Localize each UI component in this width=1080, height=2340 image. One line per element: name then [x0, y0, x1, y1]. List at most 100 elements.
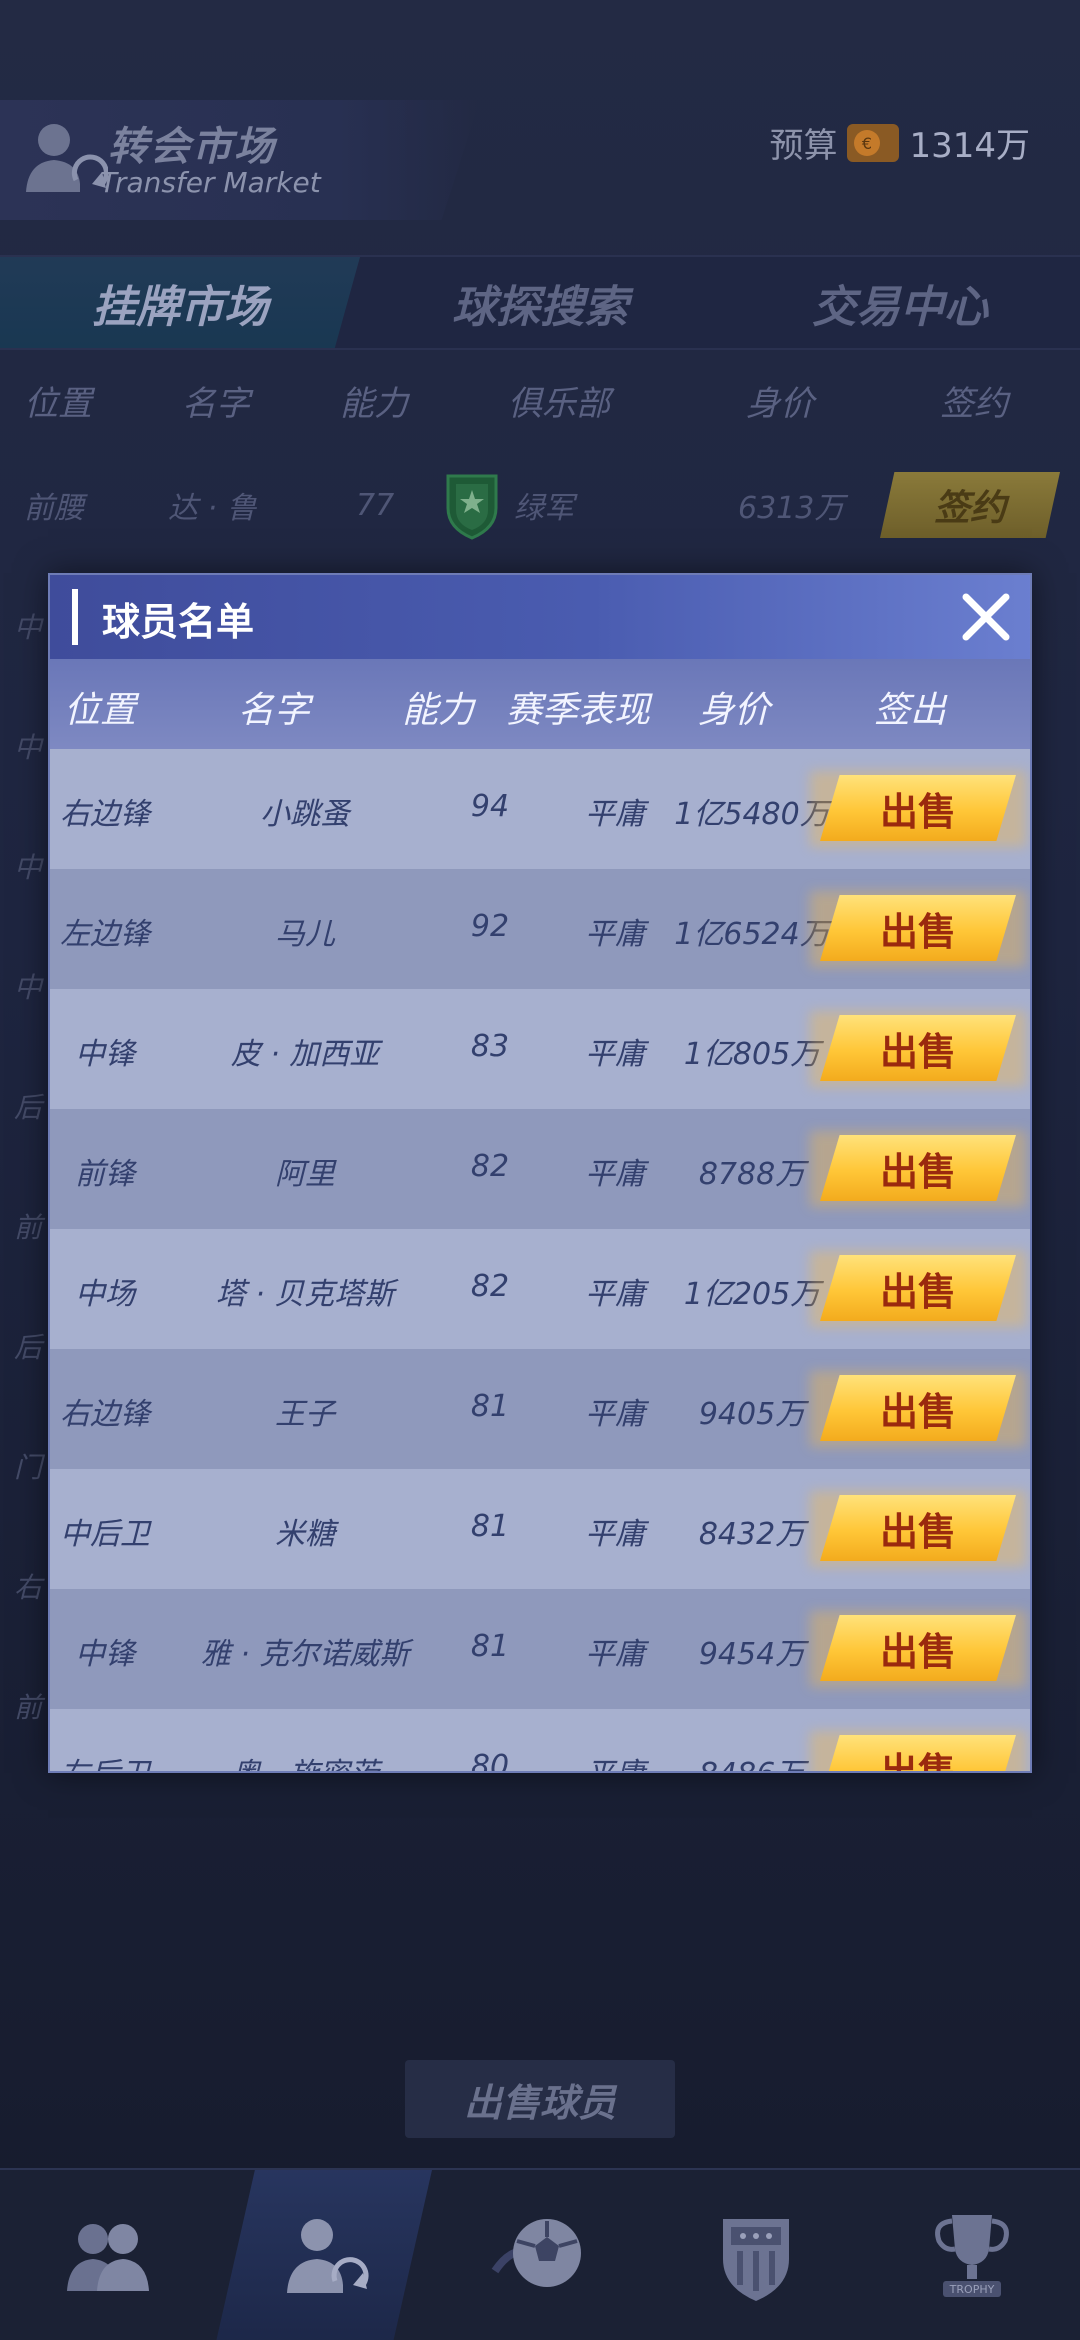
roster-row: 右边锋 王子 81 平庸 9405万 出售	[50, 1349, 1030, 1469]
peek-position: 前	[14, 1691, 43, 1724]
row-name: 达 · 鲁	[168, 491, 257, 526]
budget-label: 预算	[769, 125, 838, 166]
col-name: 名字	[238, 690, 311, 731]
row-position: 右边锋	[60, 797, 150, 832]
row-position: 左边锋	[60, 917, 150, 952]
nav-club[interactable]	[648, 2170, 864, 2340]
col-name: 名字	[182, 383, 250, 424]
roster-row: 右边锋 小跳蚤 94 平庸 1亿5480万 出售	[50, 749, 1030, 869]
sell-button[interactable]: 出售	[820, 775, 1016, 841]
page-title: 转会市场	[108, 124, 276, 170]
sell-button[interactable]: 出售	[820, 1135, 1016, 1201]
sell-button[interactable]: 出售	[820, 1255, 1016, 1321]
col-value: 身价	[698, 690, 771, 731]
trophy-label: TROPHY	[949, 2283, 995, 2296]
peek-position: 前	[14, 1211, 43, 1244]
row-name: 小跳蚤	[260, 797, 350, 832]
peek-position: 中	[14, 611, 43, 644]
roster-row: 中场 塔 · 贝克塔斯 82 平庸 1亿205万 出售	[50, 1229, 1030, 1349]
close-icon[interactable]	[956, 587, 1016, 647]
row-position: 中场	[75, 1277, 135, 1312]
nav-match[interactable]	[432, 2170, 648, 2340]
budget-value: 1314万	[909, 125, 1030, 166]
row-position: 前腰	[24, 491, 84, 526]
roster-row: 中后卫 米糖 81 平庸 8432万 出售	[50, 1469, 1030, 1589]
club-shield-icon	[446, 474, 498, 540]
row-position: 中锋	[75, 1037, 135, 1072]
nav-trophy[interactable]: TROPHY	[864, 2170, 1080, 2340]
peek-position: 右	[14, 1571, 43, 1604]
modal-title: 球员名单	[102, 600, 255, 644]
row-name: 米糖	[275, 1517, 335, 1552]
nav-transfer[interactable]	[216, 2170, 432, 2340]
roster-row: 前锋 阿里 82 平庸 8788万 出售	[50, 1109, 1030, 1229]
roster-row: 左边锋 马儿 92 平庸 1亿6524万 出售	[50, 869, 1030, 989]
svg-text:€: €	[862, 134, 872, 153]
sell-button[interactable]: 出售	[820, 1015, 1016, 1081]
col-rating: 能力	[340, 383, 408, 424]
row-name: 阿里	[275, 1157, 335, 1192]
row-name: 塔 · 贝克塔斯	[215, 1277, 395, 1312]
budget-display: 预算 € 1314万	[769, 114, 1030, 170]
transfer-icon	[26, 124, 108, 192]
sell-players-button[interactable]: 出售球员	[405, 2060, 675, 2138]
col-club: 俱乐部	[508, 383, 610, 424]
wallet-icon: €	[847, 124, 900, 162]
sell-button[interactable]: 出售	[820, 1375, 1016, 1441]
transfer-icon	[287, 2219, 369, 2293]
col-position: 位置	[24, 383, 92, 424]
peek-position: 中	[14, 851, 43, 884]
col-season-form: 赛季表现	[506, 690, 651, 731]
col-sign: 签约	[940, 383, 1008, 424]
row-club: 绿军	[514, 491, 574, 526]
row-name: 雅 · 克尔诺威斯	[200, 1637, 410, 1672]
roster-row: 中锋 皮 · 加西亚 83 平庸 1亿805万 出售	[50, 989, 1030, 1109]
team-icon	[67, 2224, 149, 2291]
trophy-icon: TROPHY	[935, 2215, 1009, 2297]
market-table-header: 位置 名字 能力 俱乐部 身价 签约	[0, 360, 1080, 440]
nav-team[interactable]	[0, 2170, 216, 2340]
roster-row: 中锋 雅 · 克尔诺威斯 81 平庸 9454万 出售	[50, 1589, 1030, 1709]
row-name: 奥 · 施密茨	[170, 1749, 440, 1771]
roster-list[interactable]: 右边锋 小跳蚤 94 平庸 1亿5480万 出售 左边锋 马儿 92 平庸 1亿…	[50, 749, 1030, 1771]
row-position: 右边锋	[60, 1397, 150, 1432]
title-plate: 转会市场 Transfer Market	[0, 100, 480, 220]
col-value: 身价	[746, 383, 814, 424]
peek-position: 中	[14, 971, 43, 1004]
tab-scout-search[interactable]: 球探搜索	[360, 257, 720, 348]
roster-row: 左后卫 奥 · 施密茨 80 平庸 8486万 出售	[50, 1709, 1030, 1771]
sell-button[interactable]: 出售	[820, 1495, 1016, 1561]
roster-modal: 球员名单 位置 名字 能力 赛季表现 身价 签出 右边锋 小跳蚤 94 平庸 1…	[48, 573, 1032, 1773]
row-name: 马儿	[275, 917, 335, 952]
bottom-nav: TROPHY	[0, 2168, 1080, 2340]
col-release: 签出	[874, 690, 947, 731]
tab-listing-market[interactable]: 挂牌市场	[0, 257, 360, 348]
match-ball-icon	[491, 2219, 581, 2287]
roster-column-header: 位置 名字 能力 赛季表现 身价 签出	[50, 659, 1030, 749]
sign-button[interactable]: 签约	[880, 472, 1060, 538]
col-rating: 能力	[402, 690, 475, 731]
sell-button[interactable]: 出售	[820, 895, 1016, 961]
club-badge-icon	[723, 2219, 789, 2301]
col-position: 位置	[64, 690, 137, 731]
title-accent	[72, 589, 78, 645]
row-position: 前锋	[75, 1157, 135, 1192]
market-tabs: 挂牌市场 球探搜索 交易中心	[0, 255, 1080, 350]
row-rating: 77	[356, 487, 395, 523]
peek-position: 中	[14, 731, 43, 764]
market-row: 前腰 达 · 鲁 77 绿军 6313万 签约	[0, 450, 1080, 560]
row-position: 左后卫	[50, 1749, 160, 1771]
row-position: 中后卫	[60, 1517, 150, 1552]
peek-position: 门	[14, 1451, 43, 1484]
sell-button[interactable]: 出售	[820, 1615, 1016, 1681]
row-position: 中锋	[75, 1637, 135, 1672]
row-value: 6313万	[738, 491, 845, 526]
row-name: 王子	[275, 1397, 335, 1432]
transfer-market-header: 转会市场 Transfer Market 预算 € 1314万	[0, 100, 1080, 245]
sell-button[interactable]: 出售	[820, 1735, 1016, 1771]
page-subtitle: Transfer Market	[100, 166, 321, 199]
modal-title-bar: 球员名单	[50, 575, 1030, 659]
tab-trade-center[interactable]: 交易中心	[720, 257, 1080, 348]
row-name: 皮 · 加西亚	[230, 1037, 380, 1072]
peek-position: 后	[14, 1091, 43, 1124]
